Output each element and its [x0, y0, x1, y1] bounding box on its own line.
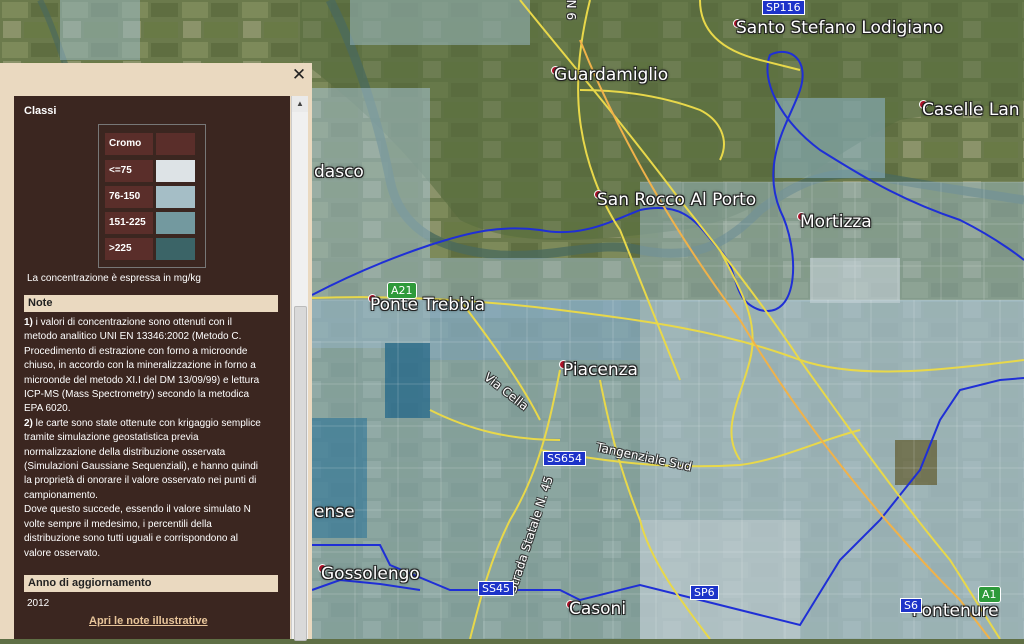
place-guardamiglio[interactable]: Guardamiglio [554, 65, 668, 85]
legend-row: 76-150 [105, 186, 201, 208]
panel-content[interactable]: Classi Cromo <=75 76-150 151-225 >225 La… [14, 96, 290, 639]
legend-row: >225 [105, 238, 201, 260]
legend-swatch [156, 238, 195, 260]
note1-line: metodo analitico UNI EN 13346:2002 (Meto… [24, 331, 242, 343]
legend-row: 151-225 [105, 212, 201, 234]
legend-label: 151-225 [105, 212, 153, 234]
scroll-up-icon[interactable]: ▲ [292, 96, 308, 112]
legend-swatch [156, 160, 195, 182]
shield-ss654: SS654 [543, 451, 586, 466]
place-pontenure[interactable]: Pontenure [912, 601, 999, 621]
year-title: Anno di aggiornamento [24, 575, 278, 592]
note1-line: EPA 6020. [24, 403, 71, 415]
legend: Cromo <=75 76-150 151-225 >225 [98, 124, 206, 268]
legend-header: Cromo [105, 133, 201, 155]
note2-line: normalizzazione della distribuzione osse… [24, 446, 226, 458]
place-caselle[interactable]: Caselle Lan [922, 100, 1020, 120]
unit-note: La concentrazione è espressa in mg/kg [27, 273, 201, 284]
note2-number: 2) [24, 417, 33, 429]
panel-scrollbar[interactable]: ▲ [291, 96, 308, 641]
shield-a21: A21 [387, 282, 417, 299]
note1-line: microonde del metodo XI.I del DM 13/09/9… [24, 374, 260, 386]
note2-line: valore osservato. [24, 547, 101, 559]
notes-title: Note [24, 295, 278, 312]
place-gossolengo[interactable]: Gossolengo [321, 564, 420, 584]
note2-line: Dove questo succede, essendo il valore s… [24, 504, 251, 516]
note1-line: ICP-MS (Mass Spectrometry) secondo la me… [24, 389, 250, 401]
note1-line: Procedimento di estrazione con forno a m… [24, 345, 248, 357]
note2-line: volte sempre il medesimo, i percentili d… [24, 518, 212, 530]
place-casoni[interactable]: Casoni [569, 599, 626, 619]
note1-line: chiuso, in accordo con la mineralizzazio… [24, 360, 256, 372]
shield-s6: S6 [900, 598, 922, 613]
legend-header-swatch [156, 133, 195, 155]
legend-swatch [156, 186, 195, 208]
place-piacenza[interactable]: Piacenza [563, 360, 638, 380]
road-label-n9: 9 N [565, 0, 579, 20]
classes-title: Classi [24, 105, 57, 117]
notes-body: 1) i valori di concentrazione sono otten… [24, 316, 286, 561]
note2-line: le carte sono state ottenute con krigagg… [32, 417, 261, 429]
note2-line: campionamento. [24, 489, 98, 501]
legend-header-label: Cromo [105, 133, 153, 155]
place-santo-stefano[interactable]: Santo Stefano Lodigiano [736, 18, 944, 38]
legend-label: >225 [105, 238, 153, 260]
note1-number: 1) [24, 317, 33, 328]
place-ense[interactable]: ense [314, 502, 355, 522]
legend-row: <=75 [105, 160, 201, 182]
shield-sp116: SP116 [762, 0, 805, 15]
place-dasco[interactable]: dasco [314, 162, 364, 182]
legend-label: 76-150 [105, 186, 153, 208]
year-value: 2012 [27, 598, 50, 609]
note2-line: tramite simulazione geostatistica previa [24, 432, 199, 444]
legend-swatch [156, 212, 195, 234]
note2-line: la proprietà di onorare il valore osserv… [24, 475, 257, 487]
close-icon[interactable]: ✕ [290, 66, 308, 84]
info-panel: ✕ Classi Cromo <=75 76-150 151-225 >225 [0, 63, 312, 641]
place-mortizza[interactable]: Mortizza [800, 212, 872, 232]
place-san-rocco[interactable]: San Rocco Al Porto [597, 190, 756, 210]
shield-ss45: SS45 [478, 581, 514, 596]
note2-line: (Simulazioni Gaussiane Sequenziali), e h… [24, 461, 259, 473]
note1-line: i valori di concentrazione sono ottenuti… [32, 317, 232, 328]
shield-sp6: SP6 [690, 585, 719, 600]
scroll-thumb[interactable] [294, 306, 307, 641]
shield-a1: A1 [978, 586, 1001, 603]
open-notes-link[interactable]: Apri le note illustrative [89, 615, 208, 627]
note2-line: distribuzione sono tutti uguali e corris… [24, 533, 239, 545]
legend-label: <=75 [105, 160, 153, 182]
